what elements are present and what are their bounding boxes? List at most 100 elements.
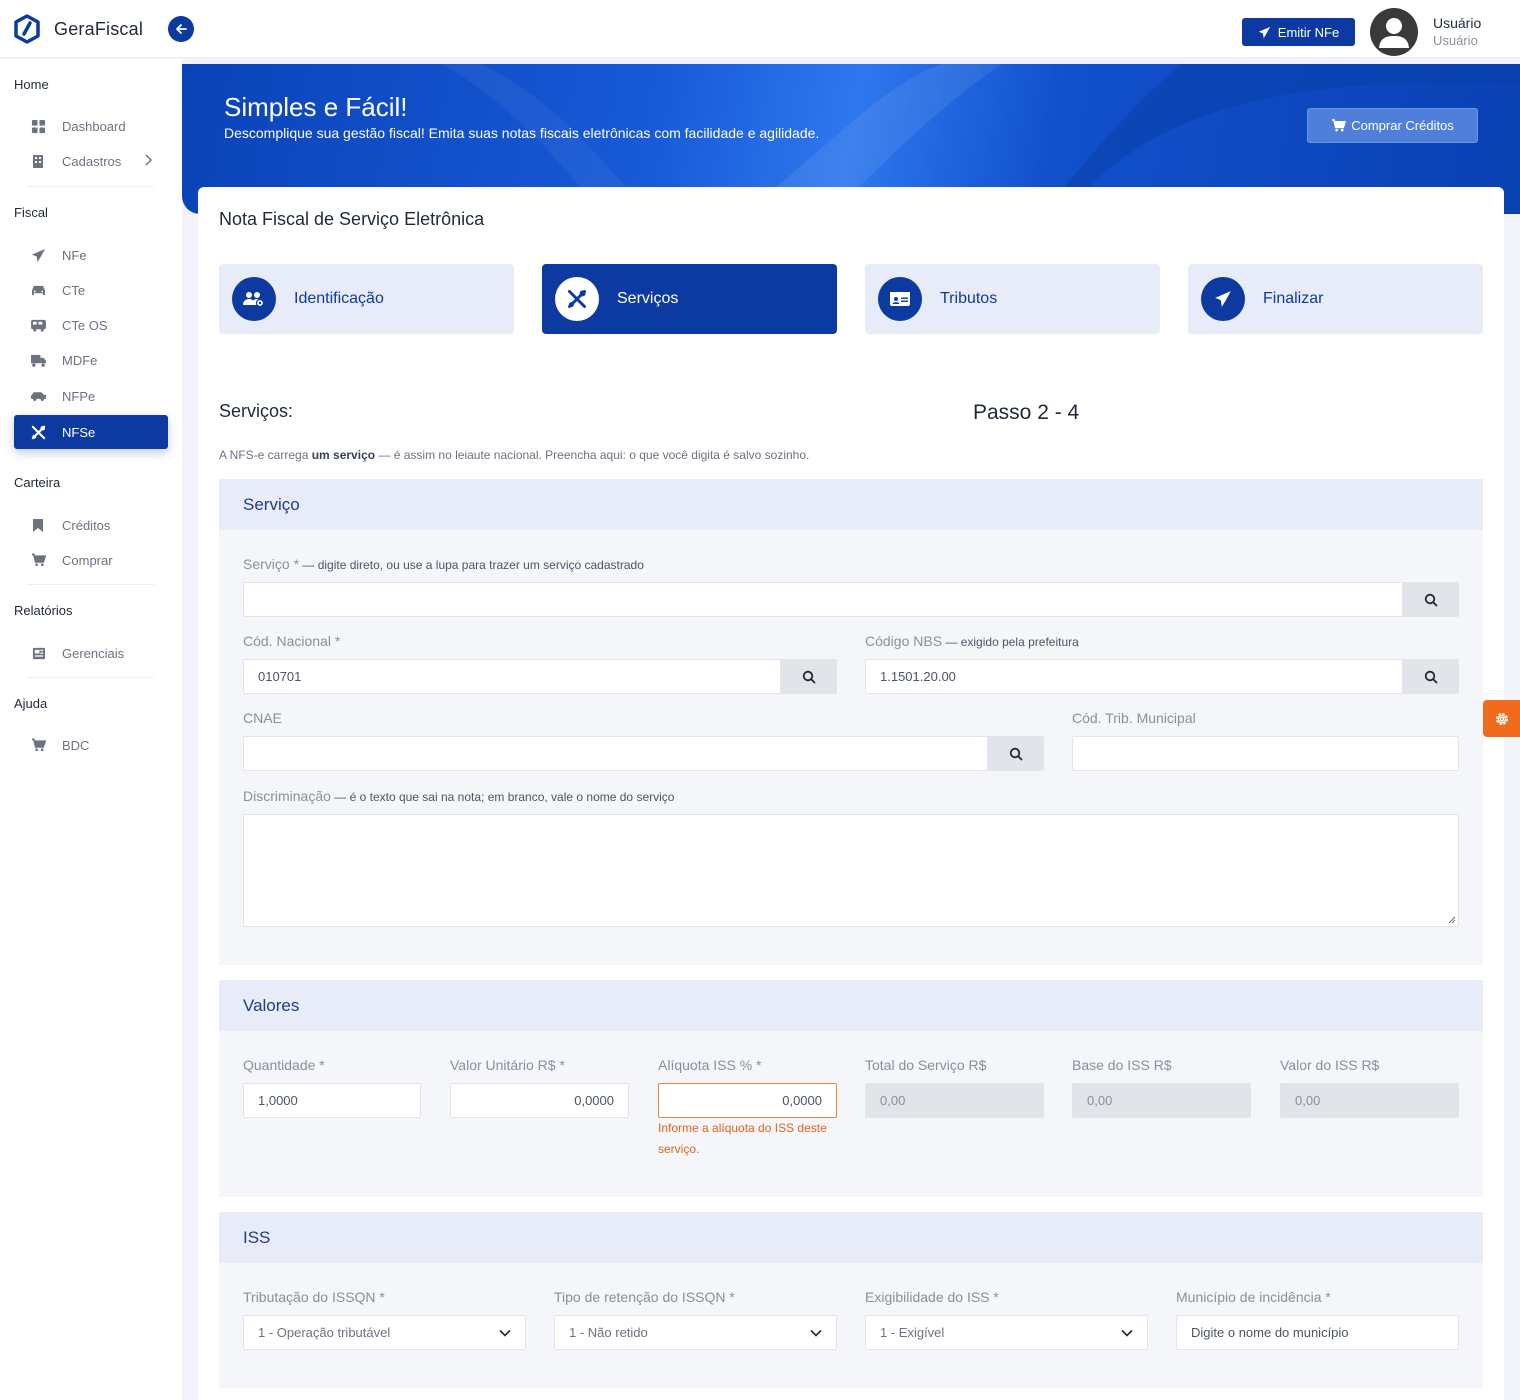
base-iss-label: Base do ISS R$ xyxy=(1072,1057,1172,1073)
total-servico-input: 0,00 xyxy=(865,1083,1044,1118)
settings-button[interactable] xyxy=(1483,700,1520,737)
nfse-card: Nota Fiscal de Serviço Eletrônica Identi… xyxy=(198,187,1504,1400)
step-servicos[interactable]: Serviços xyxy=(542,264,837,334)
servico-input[interactable] xyxy=(243,582,1403,617)
sidebar-section-relatorios: Relatórios xyxy=(14,603,73,618)
step-label: Identificação xyxy=(294,290,384,307)
step-identificacao[interactable]: Identificação xyxy=(219,264,514,334)
sidebar-item-cadastros[interactable]: Cadastros xyxy=(14,144,168,178)
sidebar-item-cte-os[interactable]: CTe OS xyxy=(14,308,168,342)
cod-nacional-input[interactable]: 010701 xyxy=(243,659,781,694)
step-tributos[interactable]: Tributos xyxy=(865,264,1160,334)
paper-plane-icon xyxy=(14,248,62,263)
sidebar-item-label: NFPe xyxy=(62,388,96,404)
servico-label: Serviço * — digite direto, ou use a lupa… xyxy=(243,556,644,572)
sidebar-item-label: Créditos xyxy=(62,517,111,533)
user-info[interactable]: Usuário Usuário xyxy=(1433,14,1481,50)
step-label: Tributos xyxy=(940,290,998,307)
search-icon xyxy=(1009,747,1022,760)
search-icon xyxy=(1424,670,1437,683)
step-label: Finalizar xyxy=(1263,290,1324,307)
banner-subtitle: Descomplique sua gestão fiscal! Emita su… xyxy=(224,125,820,141)
intro-text: A NFS-e carrega um serviço — é assim no … xyxy=(219,448,810,462)
buy-credits-label: Comprar Créditos xyxy=(1351,118,1454,133)
servico-search-button[interactable] xyxy=(1402,582,1459,617)
valor-unitario-input[interactable]: 0,0000 xyxy=(450,1083,629,1118)
codigo-nbs-label: Código NBS — exigido pela prefeitura xyxy=(865,633,1079,649)
collapse-sidebar-button[interactable] xyxy=(168,16,194,42)
tributacao-label: Tributação do ISSQN * xyxy=(243,1289,385,1305)
exigibilidade-value: 1 - Exigível xyxy=(880,1325,945,1340)
sidebar-item-label: CTe OS xyxy=(62,317,108,333)
paper-plane-icon xyxy=(1258,26,1270,38)
cod-nacional-label: Cód. Nacional * xyxy=(243,633,341,649)
iss-panel: ISS Tributação do ISSQN * 1 - Operação t… xyxy=(219,1212,1483,1388)
users-cog-icon xyxy=(232,277,276,321)
exigibilidade-label: Exigibilidade do ISS * xyxy=(865,1289,999,1305)
tributacao-value: 1 - Operação tributável xyxy=(258,1325,391,1340)
page-title: Nota Fiscal de Serviço Eletrônica xyxy=(219,209,485,229)
sidebar-item-nfe[interactable]: NFe xyxy=(14,238,168,272)
sidebar-item-nfpe[interactable]: NFPe xyxy=(14,379,168,413)
step-finalizar[interactable]: Finalizar xyxy=(1188,264,1483,334)
user-name: Usuário xyxy=(1433,15,1482,31)
tributacao-select[interactable]: 1 - Operação tributável xyxy=(243,1315,526,1350)
discriminacao-textarea[interactable] xyxy=(243,814,1459,927)
gear-icon xyxy=(1495,712,1508,725)
cod-trib-municipal-label: Cód. Trib. Municipal xyxy=(1072,710,1196,726)
sidebar-section-ajuda: Ajuda xyxy=(14,696,48,711)
id-card-icon xyxy=(878,277,922,321)
chevron-right-icon xyxy=(144,153,153,169)
sidebar-item-gerenciais[interactable]: Gerenciais xyxy=(14,636,168,670)
cod-trib-municipal-input[interactable] xyxy=(1072,736,1459,771)
cnae-search-button[interactable] xyxy=(987,736,1044,771)
sidebar-item-mdfe[interactable]: MDFe xyxy=(14,343,168,377)
municipio-input[interactable]: Digite o nome do município xyxy=(1176,1315,1459,1350)
tools-icon xyxy=(555,277,599,321)
sidebar-divider xyxy=(28,186,154,187)
sidebar-item-creditos[interactable]: Créditos xyxy=(14,508,168,542)
sidebar-divider xyxy=(28,677,154,678)
dashboard-icon xyxy=(14,119,62,134)
building-icon xyxy=(14,154,62,168)
sidebar-item-dashboard[interactable]: Dashboard xyxy=(14,109,168,143)
aliquota-iss-input[interactable]: 0,0000 xyxy=(658,1083,837,1118)
sidebar-section-carteira: Carteira xyxy=(14,475,61,490)
newspaper-icon xyxy=(14,647,62,660)
truck-icon xyxy=(14,354,62,367)
sidebar-item-label: BDC xyxy=(62,737,90,753)
discriminacao-label: Discriminação — é o texto que sai na not… xyxy=(243,788,675,804)
sidebar-item-label: Cadastros xyxy=(62,153,122,169)
paper-plane-icon xyxy=(1201,277,1245,321)
exigibilidade-select[interactable]: 1 - Exigível xyxy=(865,1315,1148,1350)
user-role: Usuário xyxy=(1433,33,1478,48)
bus-icon xyxy=(14,319,62,332)
base-iss-input: 0,00 xyxy=(1072,1083,1251,1118)
user-icon xyxy=(1379,18,1409,48)
buy-credits-button[interactable]: Comprar Créditos xyxy=(1307,108,1478,143)
chevron-down-icon xyxy=(810,1329,822,1337)
sidebar-item-nfse[interactable]: NFSe xyxy=(14,415,168,449)
brand[interactable]: GeraFiscal xyxy=(14,14,143,44)
resize-handle-icon[interactable] xyxy=(1447,915,1456,924)
valor-iss-input: 0,00 xyxy=(1280,1083,1459,1118)
avatar[interactable] xyxy=(1370,8,1418,56)
codigo-nbs-search-button[interactable] xyxy=(1402,659,1459,694)
quantidade-input[interactable]: 1,0000 xyxy=(243,1083,421,1118)
cod-nacional-search-button[interactable] xyxy=(780,659,837,694)
bookmark-icon xyxy=(14,518,62,533)
car-side-icon xyxy=(14,390,62,402)
sidebar-item-bdc[interactable]: BDC xyxy=(14,728,168,762)
cnae-input[interactable] xyxy=(243,736,988,771)
sidebar-item-comprar[interactable]: Comprar xyxy=(14,543,168,577)
valor-iss-label: Valor do ISS R$ xyxy=(1280,1057,1380,1073)
sidebar-item-cte[interactable]: CTe xyxy=(14,273,168,307)
retencao-label: Tipo de retenção do ISSQN * xyxy=(554,1289,735,1305)
aliquota-iss-label: Alíquota ISS % * xyxy=(658,1057,762,1073)
total-servico-label: Total do Serviço R$ xyxy=(865,1057,987,1073)
emit-nfe-button[interactable]: Emitir NFe xyxy=(1242,18,1355,46)
retencao-select[interactable]: 1 - Não retido xyxy=(554,1315,837,1350)
sidebar-item-label: NFSe xyxy=(62,424,96,440)
codigo-nbs-input[interactable]: 1.1501.20.00 xyxy=(865,659,1403,694)
cnae-label: CNAE xyxy=(243,710,282,726)
